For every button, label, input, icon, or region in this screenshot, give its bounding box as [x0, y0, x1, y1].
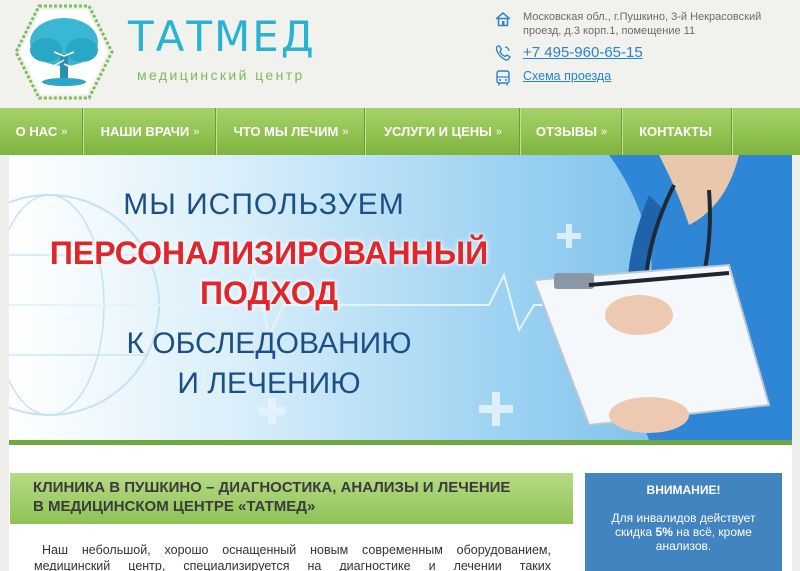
site-header: ТАТМЕД медицинский центр Московская обл.…: [0, 0, 800, 108]
page-headline: КЛИНИКА В ПУШКИНО – ДИАГНОСТИКА, АНАЛИЗЫ…: [10, 473, 573, 524]
main-nav: О НАС» НАШИ ВРАЧИ» ЧТО МЫ ЛЕЧИМ» УСЛУГИ …: [0, 108, 800, 155]
phone-row: +7 495-960-65-15: [494, 44, 643, 62]
intro-paragraph: Наш небольшой, хорошо оснащенный новым с…: [34, 543, 551, 571]
headline-line-1: КЛИНИКА В ПУШКИНО – ДИАГНОСТИКА, АНАЛИЗЫ…: [33, 479, 511, 496]
banner-line-3: ПОДХОД: [199, 275, 339, 311]
route-row: Схема проезда: [494, 69, 611, 87]
nav-item-treatments[interactable]: ЧТО МЫ ЛЕЧИМ»: [217, 108, 366, 155]
notice-discount: 5%: [655, 525, 673, 539]
banner-line-2: ПЕРСОНАЛИЗИРОВАННЫЙ: [49, 235, 489, 271]
notice-title: ВНИМАНИЕ!: [646, 483, 721, 497]
house-icon: [495, 12, 511, 27]
banner-line-5: И ЛЕЧЕНИЮ: [177, 367, 361, 400]
nav-item-services-prices[interactable]: УСЛУГИ И ЦЕНЫ»: [366, 108, 521, 155]
bus-icon: [496, 70, 510, 86]
nav-item-reviews[interactable]: ОТЗЫВЫ»: [521, 108, 623, 155]
nav-item-about[interactable]: О НАС»: [0, 108, 84, 155]
phone-icon: [495, 45, 511, 61]
banner-line-1: МЫ ИСПОЛЬЗУЕМ: [123, 188, 405, 221]
hero-banner[interactable]: МЫ ИСПОЛЬЗУЕМ ПЕРСОНАЛИЗИРОВАННЫЙ ПОДХОД…: [9, 155, 792, 440]
brand-subtitle: медицинский центр: [137, 67, 305, 83]
headline-line-2: В МЕДИЦИНСКОМ ЦЕНТРЕ «ТАТМЕД»: [33, 498, 316, 515]
address-text: Московская обл., г.Пушкино, 3-й Некрасов…: [523, 11, 762, 37]
nav-item-contacts[interactable]: КОНТАКТЫ: [623, 108, 733, 155]
route-map-link[interactable]: Схема проезда: [523, 69, 611, 83]
banner-line-4: К ОБСЛЕДОВАНИЮ: [126, 327, 412, 360]
phone-link[interactable]: +7 495-960-65-15: [523, 44, 643, 61]
tree-logo-icon[interactable]: [14, 4, 114, 100]
brand-name[interactable]: ТАТМЕД: [128, 12, 316, 61]
notice-text: Для инвалидов действует скидка 5% на всё…: [611, 511, 756, 553]
notice-box: ВНИМАНИЕ! Для инвалидов действует скидка…: [585, 473, 782, 571]
address-row: Московская обл., г.Пушкино, 3-й Некрасов…: [494, 10, 794, 38]
nav-item-doctors[interactable]: НАШИ ВРАЧИ»: [84, 108, 217, 155]
